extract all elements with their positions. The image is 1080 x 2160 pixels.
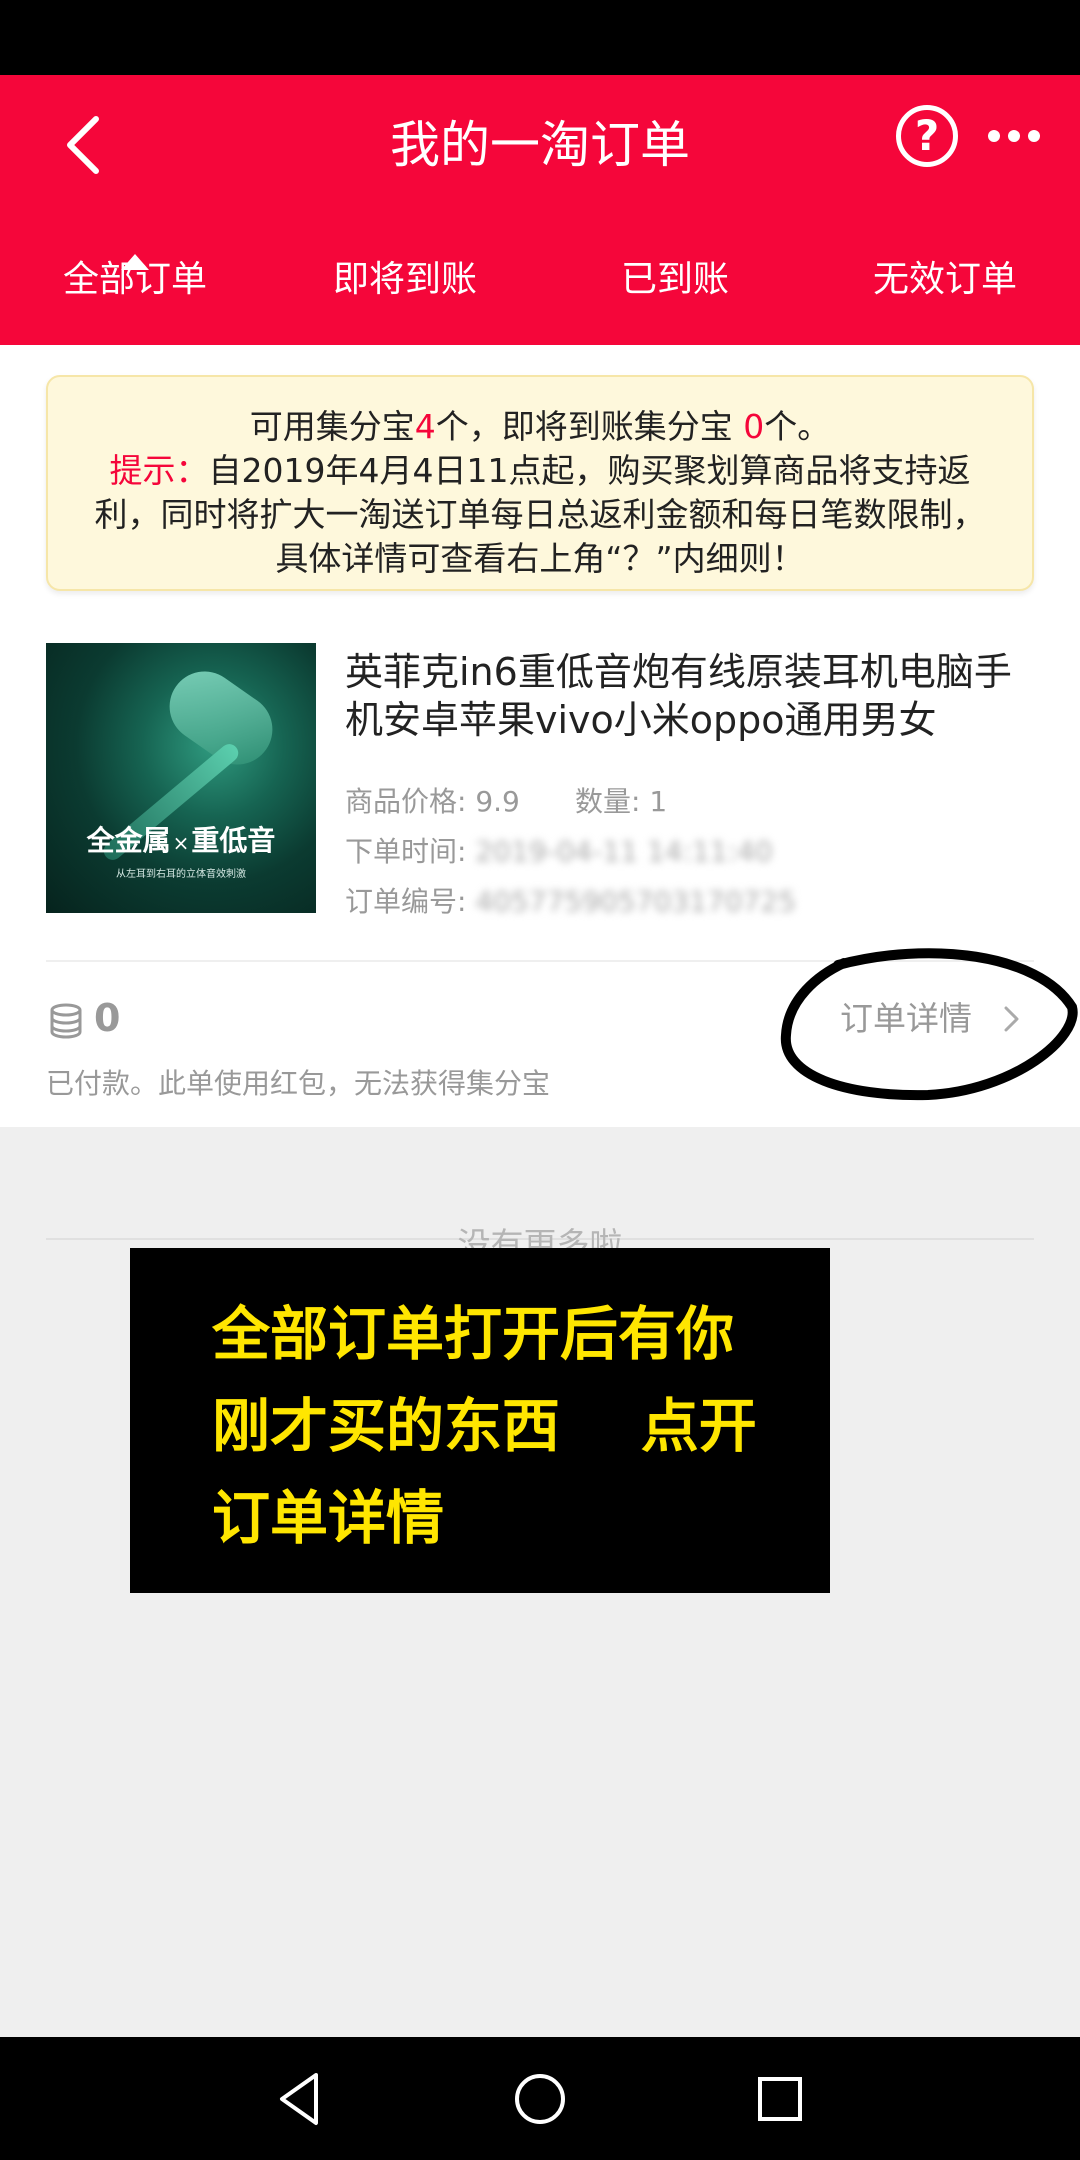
system-nav-bar (0, 2037, 1080, 2160)
divider (46, 960, 1034, 962)
more-button[interactable] (984, 111, 1044, 161)
overlay-line: 订单详情 (212, 1484, 445, 1552)
price-label: 商品价格: (345, 785, 476, 818)
notice-text: 个。 (764, 407, 831, 446)
available-count: 4 (414, 407, 436, 446)
order-number: 订单编号: 405775905703170725 (345, 880, 796, 920)
quantity-label: 数量: (575, 785, 650, 818)
pending-count: 0 (743, 407, 765, 446)
notice-tip: 提示：自2019年4月4日11点起，购买聚划算商品将支持返利，同时将扩大一淘送订… (88, 449, 992, 581)
notice-text: 个，即将到账集分宝 (435, 407, 744, 446)
image-subcaption: 从左耳到右耳的立体音效刺激 (116, 869, 246, 880)
status-bar (0, 0, 1080, 75)
product-image[interactable]: 全金属 ×重低音 从左耳到右耳的立体音效刺激 (46, 643, 316, 913)
coin-stack-icon (48, 1002, 84, 1040)
header: 我的一淘订单 ? 全部订单 即将到账 已到账 无效订单 (0, 75, 1080, 345)
overlay-line: 刚才买的东西 点开 (212, 1392, 757, 1460)
notice-banner: 可用集分宝4个，即将到账集分宝 0个。 提示：自2019年4月4日11点起，购买… (46, 375, 1034, 591)
image-caption-part: 全金属 (86, 824, 171, 857)
notice-text: 可用集分宝 (249, 407, 415, 446)
quantity-value: 1 (649, 785, 668, 818)
back-button[interactable] (48, 105, 128, 185)
tip-label: 提示： (109, 451, 209, 490)
tab-received[interactable]: 已到账 (540, 240, 810, 320)
chevron-right-icon[interactable] (1000, 1004, 1022, 1034)
image-caption: 全金属 ×重低音 (46, 819, 316, 859)
order-number-label: 订单编号: (345, 885, 476, 918)
nav-home-icon[interactable] (508, 2067, 572, 2131)
order-number-value: 405775905703170725 (475, 885, 797, 918)
overlay-line: 全部订单打开后有你 (212, 1300, 735, 1368)
product-price: 商品价格: 9.9 (345, 780, 520, 820)
image-caption-x: × (172, 831, 190, 855)
nav-back-icon[interactable] (268, 2067, 332, 2131)
more-dots-icon (988, 130, 1040, 142)
chevron-left-icon (67, 116, 99, 174)
tab-active-indicator (121, 254, 149, 270)
notice-line: 可用集分宝4个，即将到账集分宝 0个。 (88, 405, 992, 449)
product-title[interactable]: 英菲克in6重低音炮有线原装耳机电脑手机安卓苹果vivo小米oppo通用男女 (345, 648, 1045, 744)
order-time: 下单时间: 2019-04-11 14:11:40 (345, 830, 773, 870)
tab-invalid-orders[interactable]: 无效订单 (810, 240, 1080, 320)
price-value: 9.9 (475, 785, 520, 818)
order-detail-link[interactable]: 订单详情 (840, 994, 972, 1044)
tab-pending[interactable]: 即将到账 (270, 240, 540, 320)
order-time-value: 2019-04-11 14:11:40 (475, 835, 773, 868)
tip-text: 自2019年4月4日11点起，购买聚划算商品将支持返利，同时将扩大一淘送订单每日… (94, 451, 986, 578)
image-caption-part: 重低音 (191, 824, 276, 857)
help-button[interactable]: ? (896, 105, 958, 167)
tab-all-orders[interactable]: 全部订单 (0, 240, 270, 320)
product-quantity: 数量: 1 (575, 780, 667, 820)
tutorial-overlay: 全部订单打开后有你 刚才买的东西 点开 订单详情 (130, 1248, 830, 1593)
order-time-label: 下单时间: (345, 835, 476, 868)
nav-recent-icon[interactable] (748, 2067, 812, 2131)
payment-note: 已付款。此单使用红包，无法获得集分宝 (46, 1067, 551, 1100)
coin-value: 0 (94, 996, 121, 1040)
